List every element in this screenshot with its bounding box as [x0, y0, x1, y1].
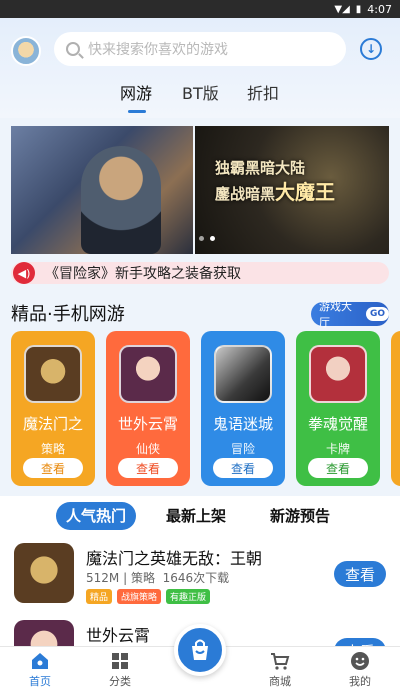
banner-character [81, 146, 161, 254]
view-button[interactable]: 查看 [23, 458, 83, 478]
view-button[interactable]: 查看 [118, 458, 178, 478]
game-thumbnail [14, 543, 74, 603]
tab-bt-version[interactable]: BT版 [182, 80, 219, 104]
nav-profile[interactable]: 我的 [335, 651, 385, 689]
smiley-icon [351, 652, 369, 670]
game-thumbnail [119, 345, 177, 403]
game-meta: 512M | 策略 1646次下载 [86, 571, 230, 585]
download-icon[interactable]: ↓ [360, 38, 382, 60]
banner-pagination [199, 236, 215, 241]
list-tabs: 人气热门 最新上架 新游预告 [0, 502, 400, 532]
nav-store[interactable]: 商城 [255, 651, 305, 689]
tag-chip: 有趣正版 [166, 589, 211, 604]
game-card-tag: 策略 [40, 442, 65, 456]
game-title: 魔法门之英雄无敌：王朝 [86, 549, 263, 568]
search-input[interactable]: 快来搜索你喜欢的游戏 [54, 32, 346, 66]
game-title: 世外云霄 [86, 626, 151, 645]
game-thumbnail [24, 345, 82, 403]
go-badge: GO [365, 307, 389, 321]
pagination-dot-active[interactable] [210, 236, 215, 241]
game-card-partial[interactable] [391, 331, 400, 486]
banner-headline-1: 独霸黑暗大陆 [215, 159, 306, 177]
tab-discount[interactable]: 折扣 [247, 80, 279, 104]
game-card-tag: 仙侠 [135, 442, 160, 456]
game-hall-label: 游戏大厅 [319, 300, 352, 329]
game-category: 策略 [130, 571, 155, 585]
status-time: 4:07 [367, 2, 392, 16]
game-thumbnail [214, 345, 272, 403]
search-placeholder: 快来搜索你喜欢的游戏 [88, 42, 228, 58]
nav-label: 我的 [349, 675, 371, 688]
tab-upcoming[interactable]: 新游预告 [270, 502, 330, 530]
center-bag-button[interactable] [174, 624, 226, 676]
game-hall-button[interactable]: 游戏大厅 GO [311, 300, 389, 329]
status-bar: ▼◢ ▮ 4:07 [0, 0, 400, 18]
tag-chip: 精品 [86, 589, 113, 604]
battery-icon: ▮ [355, 3, 362, 15]
game-card-tag: 卡牌 [325, 442, 350, 456]
game-card-name: 魔法门之 [22, 415, 83, 433]
nav-home[interactable]: 首页 [15, 651, 65, 689]
nav-label: 首页 [29, 675, 51, 688]
game-card[interactable]: 魔法门之 策略 查看 [11, 331, 95, 486]
nav-label: 商城 [269, 675, 291, 688]
category-tabs: 网游 BT版 折扣 [0, 80, 400, 120]
game-card[interactable]: 鬼语迷城 冒险 查看 [201, 331, 285, 486]
game-card[interactable]: 世外云霄 仙侠 查看 [106, 331, 190, 486]
tab-popular[interactable]: 人气热门 [56, 502, 137, 530]
tab-online-games[interactable]: 网游 [120, 80, 152, 104]
view-button[interactable]: 查看 [213, 458, 273, 478]
game-card-tag: 冒险 [230, 442, 255, 456]
avatar[interactable] [11, 36, 41, 66]
signal-icon: ▼◢ [334, 3, 350, 15]
view-button[interactable]: 查看 [334, 561, 386, 587]
tag-chip: 战旗策略 [117, 589, 162, 604]
announcement-text: 《冒险家》新手攻略之装备获取 [45, 266, 241, 282]
pagination-dot[interactable] [199, 236, 204, 241]
featured-cards: 魔法门之 策略 查看 世外云霄 仙侠 查看 鬼语迷城 冒险 查看 拳魂觉醒 卡牌… [11, 331, 400, 486]
banner-headline-2: 鏖战暗黑 [215, 185, 276, 203]
game-card[interactable]: 拳魂觉醒 卡牌 查看 [296, 331, 380, 486]
nav-category[interactable]: 分类 [95, 651, 145, 689]
banner-image-left [11, 126, 193, 254]
home-icon [32, 653, 48, 669]
promo-banner[interactable]: 独霸黑暗大陆 鏖战暗黑大魔王 [11, 126, 389, 254]
game-size: 512M [86, 571, 120, 585]
game-tags: 精品 战旗策略 有趣正版 [86, 589, 211, 604]
tab-new-releases[interactable]: 最新上架 [166, 502, 226, 530]
bag-icon [192, 639, 208, 660]
banner-image-right: 独霸黑暗大陆 鏖战暗黑大魔王 [195, 126, 389, 254]
game-card-name: 鬼语迷城 [212, 415, 273, 433]
tab-active-indicator [128, 110, 146, 113]
game-card-name: 世外云霄 [117, 415, 178, 433]
list-item[interactable]: 魔法门之英雄无敌：王朝 512M | 策略 1646次下载 精品 战旗策略 有趣… [0, 543, 400, 613]
announcement-bar[interactable]: ◀) 《冒险家》新手攻略之装备获取 [11, 262, 389, 284]
nav-label: 分类 [109, 675, 131, 688]
banner-headline-big: 大魔王 [275, 180, 336, 204]
section-title: 精品·手机网游 [11, 304, 125, 325]
view-button[interactable]: 查看 [308, 458, 368, 478]
game-thumbnail [309, 345, 367, 403]
grid-icon [112, 653, 128, 669]
speaker-icon: ◀) [13, 262, 35, 284]
cart-icon [271, 653, 290, 670]
game-card-name: 拳魂觉醒 [307, 415, 368, 433]
game-downloads: 1646次下载 [162, 571, 230, 585]
search-icon [66, 42, 80, 56]
